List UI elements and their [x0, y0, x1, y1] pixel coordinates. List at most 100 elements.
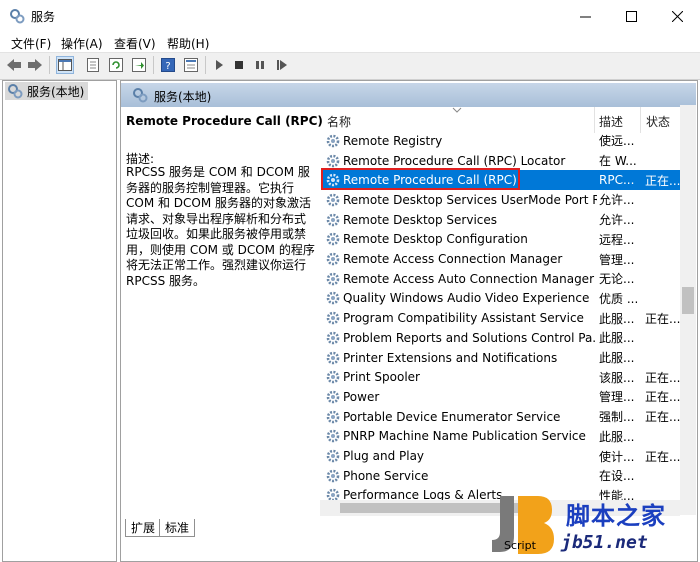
services-gear-icon	[8, 84, 23, 99]
menu-action[interactable]: 操作(A)	[61, 35, 103, 52]
start-service-button[interactable]	[210, 56, 228, 74]
service-gear-icon	[326, 272, 340, 286]
back-button[interactable]	[5, 56, 23, 74]
service-status-cell: 正在...	[645, 370, 681, 385]
service-row[interactable]: Remote Registry 使远...	[322, 131, 680, 151]
service-row[interactable]: Print Spooler 该服... 正在...	[322, 367, 680, 387]
menu-help[interactable]: 帮助(H)	[167, 35, 209, 52]
services-gear-icon	[133, 88, 148, 103]
service-gear-icon	[326, 292, 340, 305]
service-row[interactable]: PNRP Machine Name Publication Service 此服.…	[322, 427, 680, 447]
service-row[interactable]: Remote Access Connection Manager 管理...	[322, 249, 680, 269]
service-gear-icon	[326, 311, 340, 325]
tab-standard[interactable]: 标准	[159, 519, 196, 537]
show-console-tree-button[interactable]	[56, 56, 74, 74]
service-name: Quality Windows Audio Video Experience	[343, 291, 590, 306]
svg-text:?: ?	[165, 61, 170, 72]
help-button[interactable]: ?	[159, 56, 177, 74]
service-row[interactable]: Remote Access Auto Connection Manager 无论.…	[322, 269, 680, 289]
vertical-scrollbar-thumb[interactable]	[682, 287, 694, 314]
service-name: Remote Desktop Services	[343, 212, 498, 227]
stop-service-button[interactable]	[230, 56, 248, 74]
service-status-cell: 正在...	[645, 173, 681, 188]
service-description-cell: 在 W...	[599, 154, 637, 169]
pause-service-button[interactable]	[251, 56, 269, 74]
column-header-name[interactable]: 名称	[327, 113, 351, 130]
service-name: PNRP Machine Name Publication Service	[343, 429, 586, 444]
service-description-cell: RPC...	[599, 173, 635, 188]
service-gear-icon	[326, 213, 340, 226]
column-divider[interactable]	[594, 107, 595, 133]
service-gear-icon	[326, 351, 340, 364]
service-description-cell: 此服...	[599, 311, 635, 326]
export-list-button[interactable]	[130, 56, 148, 74]
menu-file[interactable]: 文件(F)	[11, 35, 51, 52]
minimize-button[interactable]	[562, 0, 608, 32]
service-row[interactable]: Remote Desktop Services 允许...	[322, 210, 680, 230]
service-gear-icon	[326, 469, 340, 483]
export-icon	[132, 58, 146, 72]
service-name: Remote Access Auto Connection Manager	[343, 271, 594, 286]
service-row[interactable]: Quality Windows Audio Video Experience 优质…	[322, 289, 680, 309]
service-name: Plug and Play	[343, 449, 425, 464]
refresh-icon	[109, 58, 123, 72]
forward-button[interactable]	[26, 56, 44, 74]
service-row[interactable]: Portable Device Enumerator Service 强制... 正…	[322, 407, 680, 427]
service-gear-icon	[326, 390, 340, 404]
annotation-highlight-box	[321, 168, 520, 190]
service-row[interactable]: Power 管理... 正在...	[322, 387, 680, 407]
service-row[interactable]: Problem Reports and Solutions Control Pa…	[322, 328, 680, 348]
tab-extended[interactable]: 扩展	[125, 519, 162, 537]
service-name: Problem Reports and Solutions Control Pa…	[343, 330, 597, 345]
service-description-cell: 在设...	[599, 469, 635, 484]
service-row[interactable]: Printer Extensions and Notifications 此服..…	[322, 348, 680, 368]
tree-item-services-local[interactable]: 服务(本地)	[5, 82, 89, 100]
service-name: Remote Access Connection Manager	[343, 252, 563, 267]
column-header-description[interactable]: 描述	[599, 113, 623, 130]
service-row[interactable]: Program Compatibility Assistant Service 此…	[322, 308, 680, 328]
service-description-cell: 此服...	[599, 351, 635, 366]
watermark-script-text: Script	[504, 539, 536, 552]
forward-arrow-icon	[28, 59, 42, 71]
service-description-cell: 优质 ...	[599, 291, 639, 306]
service-description-cell: 远程...	[599, 232, 635, 247]
properties-button[interactable]	[182, 56, 200, 74]
properties-view-button[interactable]	[84, 56, 102, 74]
service-description-cell: 管理...	[599, 390, 635, 405]
service-gear-icon	[326, 430, 340, 443]
service-row[interactable]: Phone Service 在设...	[322, 466, 680, 486]
service-gear-icon	[326, 154, 340, 167]
refresh-button[interactable]	[107, 56, 125, 74]
service-name: Remote Registry	[343, 133, 443, 148]
column-header-status[interactable]: 状态	[646, 113, 670, 130]
service-description-cell: 此服...	[599, 429, 635, 444]
service-status-cell: 正在...	[645, 449, 681, 464]
service-gear-icon	[326, 410, 340, 423]
minimize-icon	[579, 16, 591, 17]
service-row[interactable]: Plug and Play 使计... 正在...	[322, 446, 680, 466]
maximize-button[interactable]	[608, 0, 654, 32]
help-icon: ?	[161, 58, 175, 72]
column-divider[interactable]	[640, 107, 641, 133]
toolbar-separator	[153, 56, 154, 74]
toolbar-separator	[49, 56, 50, 74]
menu-view[interactable]: 查看(V)	[114, 35, 156, 52]
service-row[interactable]: Remote Desktop Configuration 远程...	[322, 230, 680, 250]
tree-item-label: 服务(本地)	[27, 84, 85, 99]
service-detail-title: Remote Procedure Call (RPC)	[126, 114, 323, 128]
service-name: Portable Device Enumerator Service	[343, 409, 561, 424]
service-gear-icon	[326, 449, 340, 463]
service-status-cell: 正在...	[645, 410, 681, 425]
maximize-icon	[625, 10, 637, 22]
service-name: Program Compatibility Assistant Service	[343, 311, 584, 326]
toolbar-separator	[205, 56, 206, 74]
restart-icon	[277, 60, 287, 70]
restart-service-button[interactable]	[273, 56, 291, 74]
service-row[interactable]: Remote Desktop Services UserMode Port R.…	[322, 190, 680, 210]
close-button[interactable]	[654, 0, 700, 32]
service-description-cell: 无论...	[599, 272, 635, 287]
back-arrow-icon	[7, 59, 21, 71]
watermark-url-text: jb51.net	[561, 532, 648, 553]
service-gear-icon	[326, 193, 340, 207]
service-name: Remote Desktop Services UserMode Port R.…	[343, 192, 597, 207]
